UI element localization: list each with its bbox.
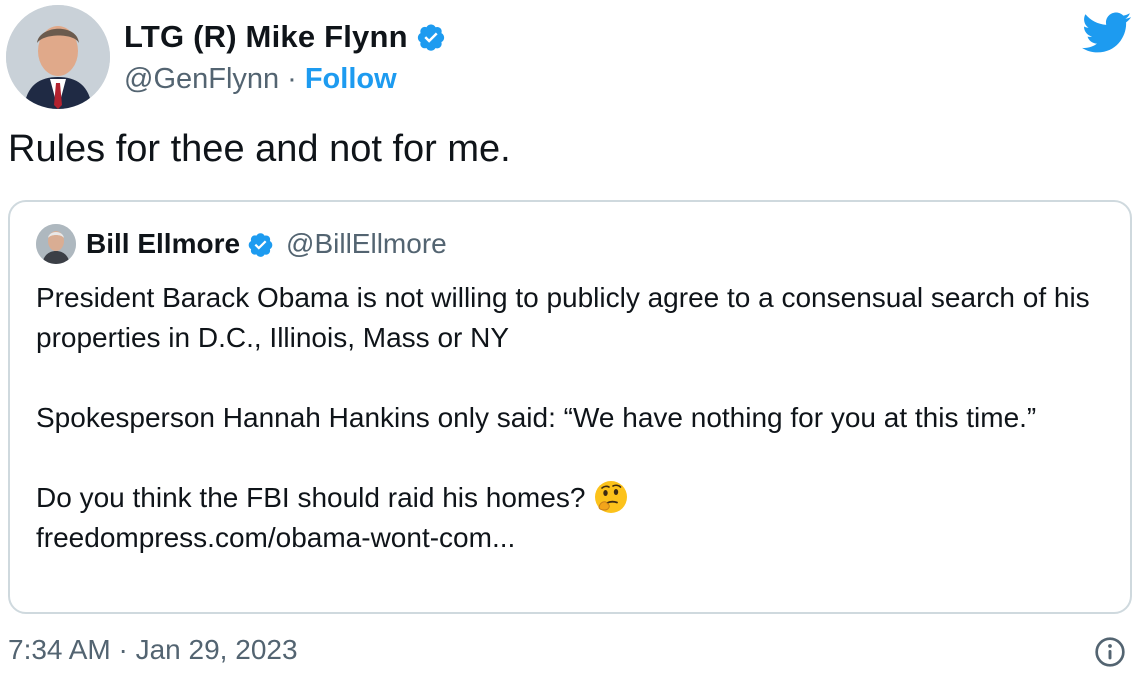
tweet-timestamp[interactable]: 7:34 AM · Jan 29, 2023 <box>8 634 298 666</box>
author-display-name[interactable]: LTG (R) Mike Flynn <box>124 19 408 55</box>
quoted-paragraph-3-wrap: Do you think the FBI should raid his hom… <box>36 478 1116 558</box>
twitter-bird-icon[interactable] <box>1081 12 1132 54</box>
author-names: LTG (R) Mike Flynn @GenFlynn · Follow <box>124 17 446 96</box>
quoted-tweet-body: President Barack Obama is not willing to… <box>36 278 1116 558</box>
separator-dot: · <box>287 63 297 95</box>
handle-row: @GenFlynn · Follow <box>124 63 446 96</box>
tweet-card: LTG (R) Mike Flynn @GenFlynn · Follow Ru… <box>0 0 1140 680</box>
tweet-text: Rules for thee and not for me. <box>8 128 511 170</box>
quoted-tweet[interactable]: Bill Ellmore @BillEllmore President Bara… <box>8 200 1132 614</box>
quoted-author-display-name: Bill Ellmore <box>86 228 241 259</box>
quoted-author-avatar <box>36 224 76 264</box>
author-handle[interactable]: @GenFlynn <box>124 63 279 96</box>
quoted-paragraph-2: Spokesperson Hannah Hankins only said: “… <box>36 402 1037 433</box>
info-icon[interactable] <box>1094 636 1126 668</box>
quoted-paragraph-1: President Barack Obama is not willing to… <box>36 282 1090 353</box>
verified-badge-icon <box>416 22 446 52</box>
quoted-paragraph-3: Do you think the FBI should raid his hom… <box>36 482 586 513</box>
thinking-face-emoji-icon <box>593 479 629 515</box>
quoted-tweet-header: Bill Ellmore @BillEllmore <box>36 224 447 264</box>
quoted-link[interactable]: freedompress.com/obama-wont-com... <box>36 518 1116 558</box>
verified-badge-icon <box>247 231 274 258</box>
tweet-header: LTG (R) Mike Flynn @GenFlynn · Follow <box>6 5 446 109</box>
author-avatar[interactable] <box>6 5 110 109</box>
quoted-author-handle: @BillEllmore <box>286 228 447 259</box>
display-name-row: LTG (R) Mike Flynn <box>124 17 446 57</box>
follow-button[interactable]: Follow <box>305 63 397 96</box>
